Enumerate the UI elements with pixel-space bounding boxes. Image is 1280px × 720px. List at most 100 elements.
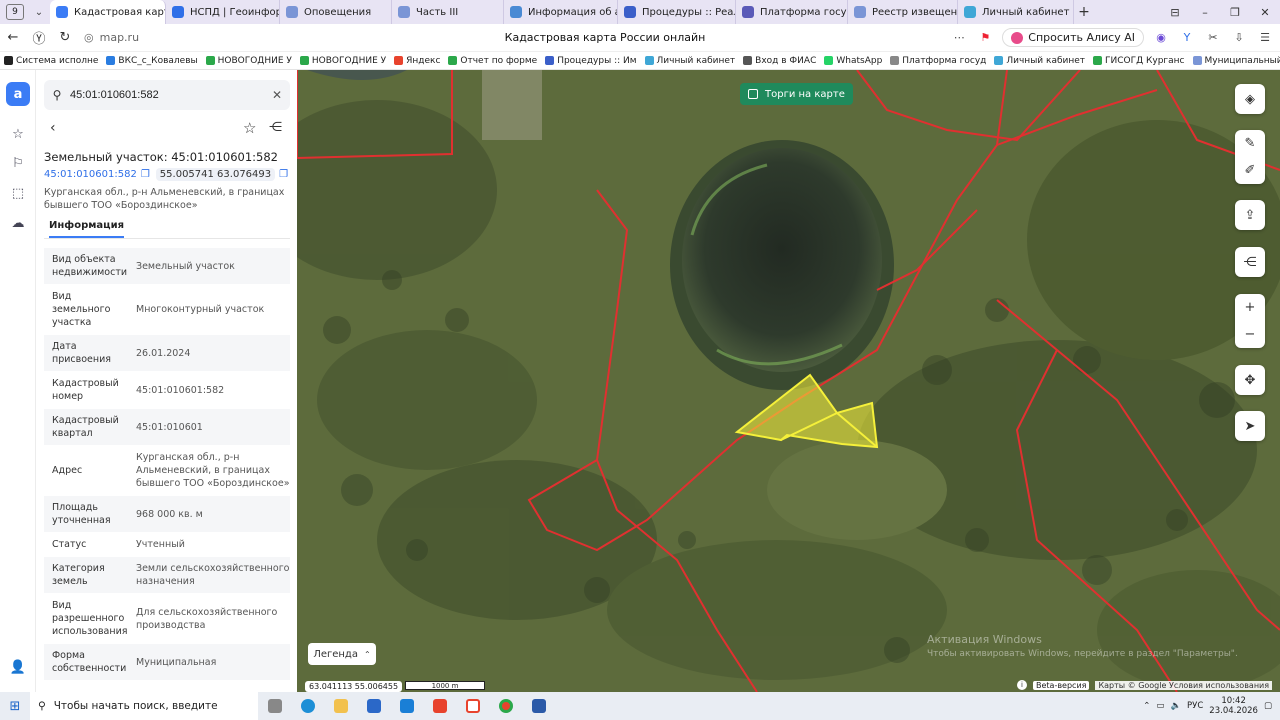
tab-9[interactable]: Личный кабинет <box>958 0 1074 24</box>
property-value: 45:01:010601 <box>136 421 203 433</box>
yandex-icon[interactable]: Ⓨ <box>26 28 52 47</box>
tab-information[interactable]: Информация <box>49 220 124 238</box>
bookmark-item[interactable]: Личный кабинет <box>990 56 1089 66</box>
network-icon[interactable]: ▭ <box>1156 701 1164 711</box>
copy-icon[interactable]: ❐ <box>141 169 150 180</box>
chevron-down-icon[interactable]: ⌄ <box>28 7 50 18</box>
tab-5[interactable]: Информация об адр <box>504 0 618 24</box>
menu-icon[interactable]: ☰ <box>1256 31 1274 44</box>
pencil-icon[interactable]: ✎ <box>1245 136 1256 151</box>
word-icon[interactable] <box>522 699 555 713</box>
bookmark-favicon-icon <box>890 56 900 65</box>
chrome-icon[interactable] <box>489 699 522 713</box>
app-logo-icon[interactable]: a <box>6 82 30 106</box>
tools-icon[interactable]: ✂ <box>1204 31 1222 44</box>
windows-start-icon[interactable]: ⊞ <box>0 699 30 714</box>
back-arrow-icon[interactable]: ← <box>0 30 26 45</box>
layers-button[interactable]: ◈ <box>1235 84 1265 114</box>
edit-icon[interactable]: ✐ <box>1245 163 1256 178</box>
tab-3[interactable]: Оповещения <box>280 0 392 24</box>
bookmark-item[interactable]: Платформа госуд <box>886 56 990 66</box>
reload-icon[interactable]: ↻ <box>52 30 78 45</box>
extension-icon[interactable]: ◉ <box>1152 31 1170 44</box>
add-favorite-star-icon[interactable]: ☆ <box>243 119 256 137</box>
pan-button[interactable]: ✥ <box>1235 365 1265 395</box>
tab-4[interactable]: Часть III <box>392 0 504 24</box>
share-map-button[interactable]: ⋲ <box>1235 247 1265 277</box>
bookmark-item[interactable]: Муниципальный <box>1189 56 1280 66</box>
search-input[interactable] <box>70 89 260 101</box>
map-canvas[interactable]: Торги на карте ◈ ✎ ✐ ⇪ ⋲ + − ✥ ➤ Легенда… <box>297 70 1280 692</box>
minimize-icon[interactable]: – <box>1190 6 1220 19</box>
favorites-star-icon[interactable]: ☆ <box>0 127 36 142</box>
property-row: Вид земельного участка Многоконтурный уча… <box>44 285 290 335</box>
copy-coords-icon[interactable]: ❐ <box>279 169 288 180</box>
more-icon[interactable]: ⋯ <box>950 31 968 44</box>
edge-icon[interactable] <box>291 699 324 713</box>
bookmark-item[interactable]: Система исполне <box>0 56 102 66</box>
maximize-icon[interactable]: ❐ <box>1220 6 1250 19</box>
url-text[interactable]: map.ru <box>100 31 139 44</box>
info-icon[interactable]: i <box>1017 680 1027 690</box>
mail-icon[interactable] <box>390 699 423 713</box>
bookmark-item[interactable]: WhatsApp <box>820 56 886 66</box>
parcel-title: Земельный участок: 45:01:010601:582 <box>44 150 278 164</box>
tab-count-badge[interactable]: 9 <box>6 4 24 20</box>
tab-1[interactable]: Кадастровая карт✕ <box>50 0 166 24</box>
auctions-on-map-toggle[interactable]: Торги на карте <box>740 83 853 105</box>
coords-badge[interactable]: 55.005741 63.076493 <box>155 168 276 181</box>
translate-icon[interactable]: Y <box>1178 31 1196 44</box>
task-view-icon[interactable] <box>258 699 291 713</box>
zoom-out-icon[interactable]: − <box>1245 327 1256 342</box>
cloud-icon[interactable]: ☁ <box>0 216 36 231</box>
share-icon[interactable]: ⋲ <box>269 120 282 135</box>
bookmark-flag-icon[interactable]: ⚑ <box>976 31 994 44</box>
new-tab-button[interactable]: + <box>1074 4 1094 20</box>
speaker-icon[interactable]: 🔈 <box>1170 701 1181 711</box>
checkbox-icon[interactable] <box>748 89 758 99</box>
tab-7[interactable]: Платформа государ <box>736 0 848 24</box>
beta-badge[interactable]: Beta-версия <box>1033 680 1090 690</box>
bookmark-item[interactable]: Личный кабинет <box>641 56 740 66</box>
bookmark-item[interactable]: НОВОГОДНИЕ У <box>296 56 390 66</box>
bookmark-item[interactable]: Вход в ФИАС <box>739 56 820 66</box>
bookmark-item[interactable]: ВКС_с_Ковалевы <box>102 56 201 66</box>
back-chevron-icon[interactable]: ‹ <box>50 120 56 136</box>
close-icon[interactable]: ✕ <box>1250 6 1280 19</box>
legend-button[interactable]: Легенда ⌃ <box>308 643 376 665</box>
select-area-icon[interactable]: ⬚ <box>0 186 36 201</box>
downloads-icon[interactable]: ⇩ <box>1230 31 1248 44</box>
tab-2[interactable]: НСПД | Геоинформ <box>166 0 280 24</box>
bookmark-item[interactable]: Процедуры :: Им <box>541 56 640 66</box>
clear-search-icon[interactable]: ✕ <box>272 88 282 102</box>
store-icon[interactable] <box>357 699 390 713</box>
language-indicator[interactable]: РУС <box>1187 701 1203 711</box>
bookmark-item[interactable]: ГИСОГД Курганс <box>1089 56 1188 66</box>
tab-8[interactable]: Реестр извещений <box>848 0 958 24</box>
bookmark-item[interactable]: Яндекс <box>390 56 444 66</box>
tab-label: Часть III <box>416 6 459 18</box>
property-value: 26.01.2024 <box>136 347 191 359</box>
site-info-icon[interactable]: ◎ <box>84 31 94 44</box>
clock[interactable]: 10:42 23.04.2026 <box>1209 696 1258 716</box>
cad-number-link[interactable]: 45:01:010601:582 <box>44 169 137 180</box>
taskbar-search[interactable]: ⚲ Чтобы начать поиск, введите <box>30 692 258 720</box>
bookmark-item[interactable]: Отчет по форме <box>444 56 541 66</box>
ask-alice-button[interactable]: Спросить Алису AI <box>1002 28 1144 47</box>
tray-chevron-icon[interactable]: ⌃ <box>1143 701 1150 711</box>
tab-6[interactable]: Процедуры :: Реали <box>618 0 736 24</box>
bookmark-label: Система исполне <box>16 55 99 66</box>
explorer-icon[interactable] <box>324 699 357 713</box>
yandex-app-icon[interactable] <box>423 699 456 713</box>
url-field[interactable]: ◎ map.ru <box>84 31 139 44</box>
locate-button[interactable]: ➤ <box>1235 411 1265 441</box>
zoom-in-icon[interactable]: + <box>1245 300 1256 315</box>
attribution-text[interactable]: Карты © Google Условия использования <box>1095 680 1273 690</box>
bookmark-icon[interactable]: ⊟ <box>1160 6 1190 19</box>
notifications-icon[interactable]: ▢ <box>1264 701 1272 711</box>
bookmark-item[interactable]: НОВОГОДНИЕ У <box>202 56 296 66</box>
flag-icon[interactable]: ⚐ <box>0 156 36 171</box>
yandex-browser-icon[interactable] <box>456 699 489 713</box>
upload-button[interactable]: ⇪ <box>1235 200 1265 230</box>
user-icon[interactable]: 👤 <box>0 660 36 675</box>
